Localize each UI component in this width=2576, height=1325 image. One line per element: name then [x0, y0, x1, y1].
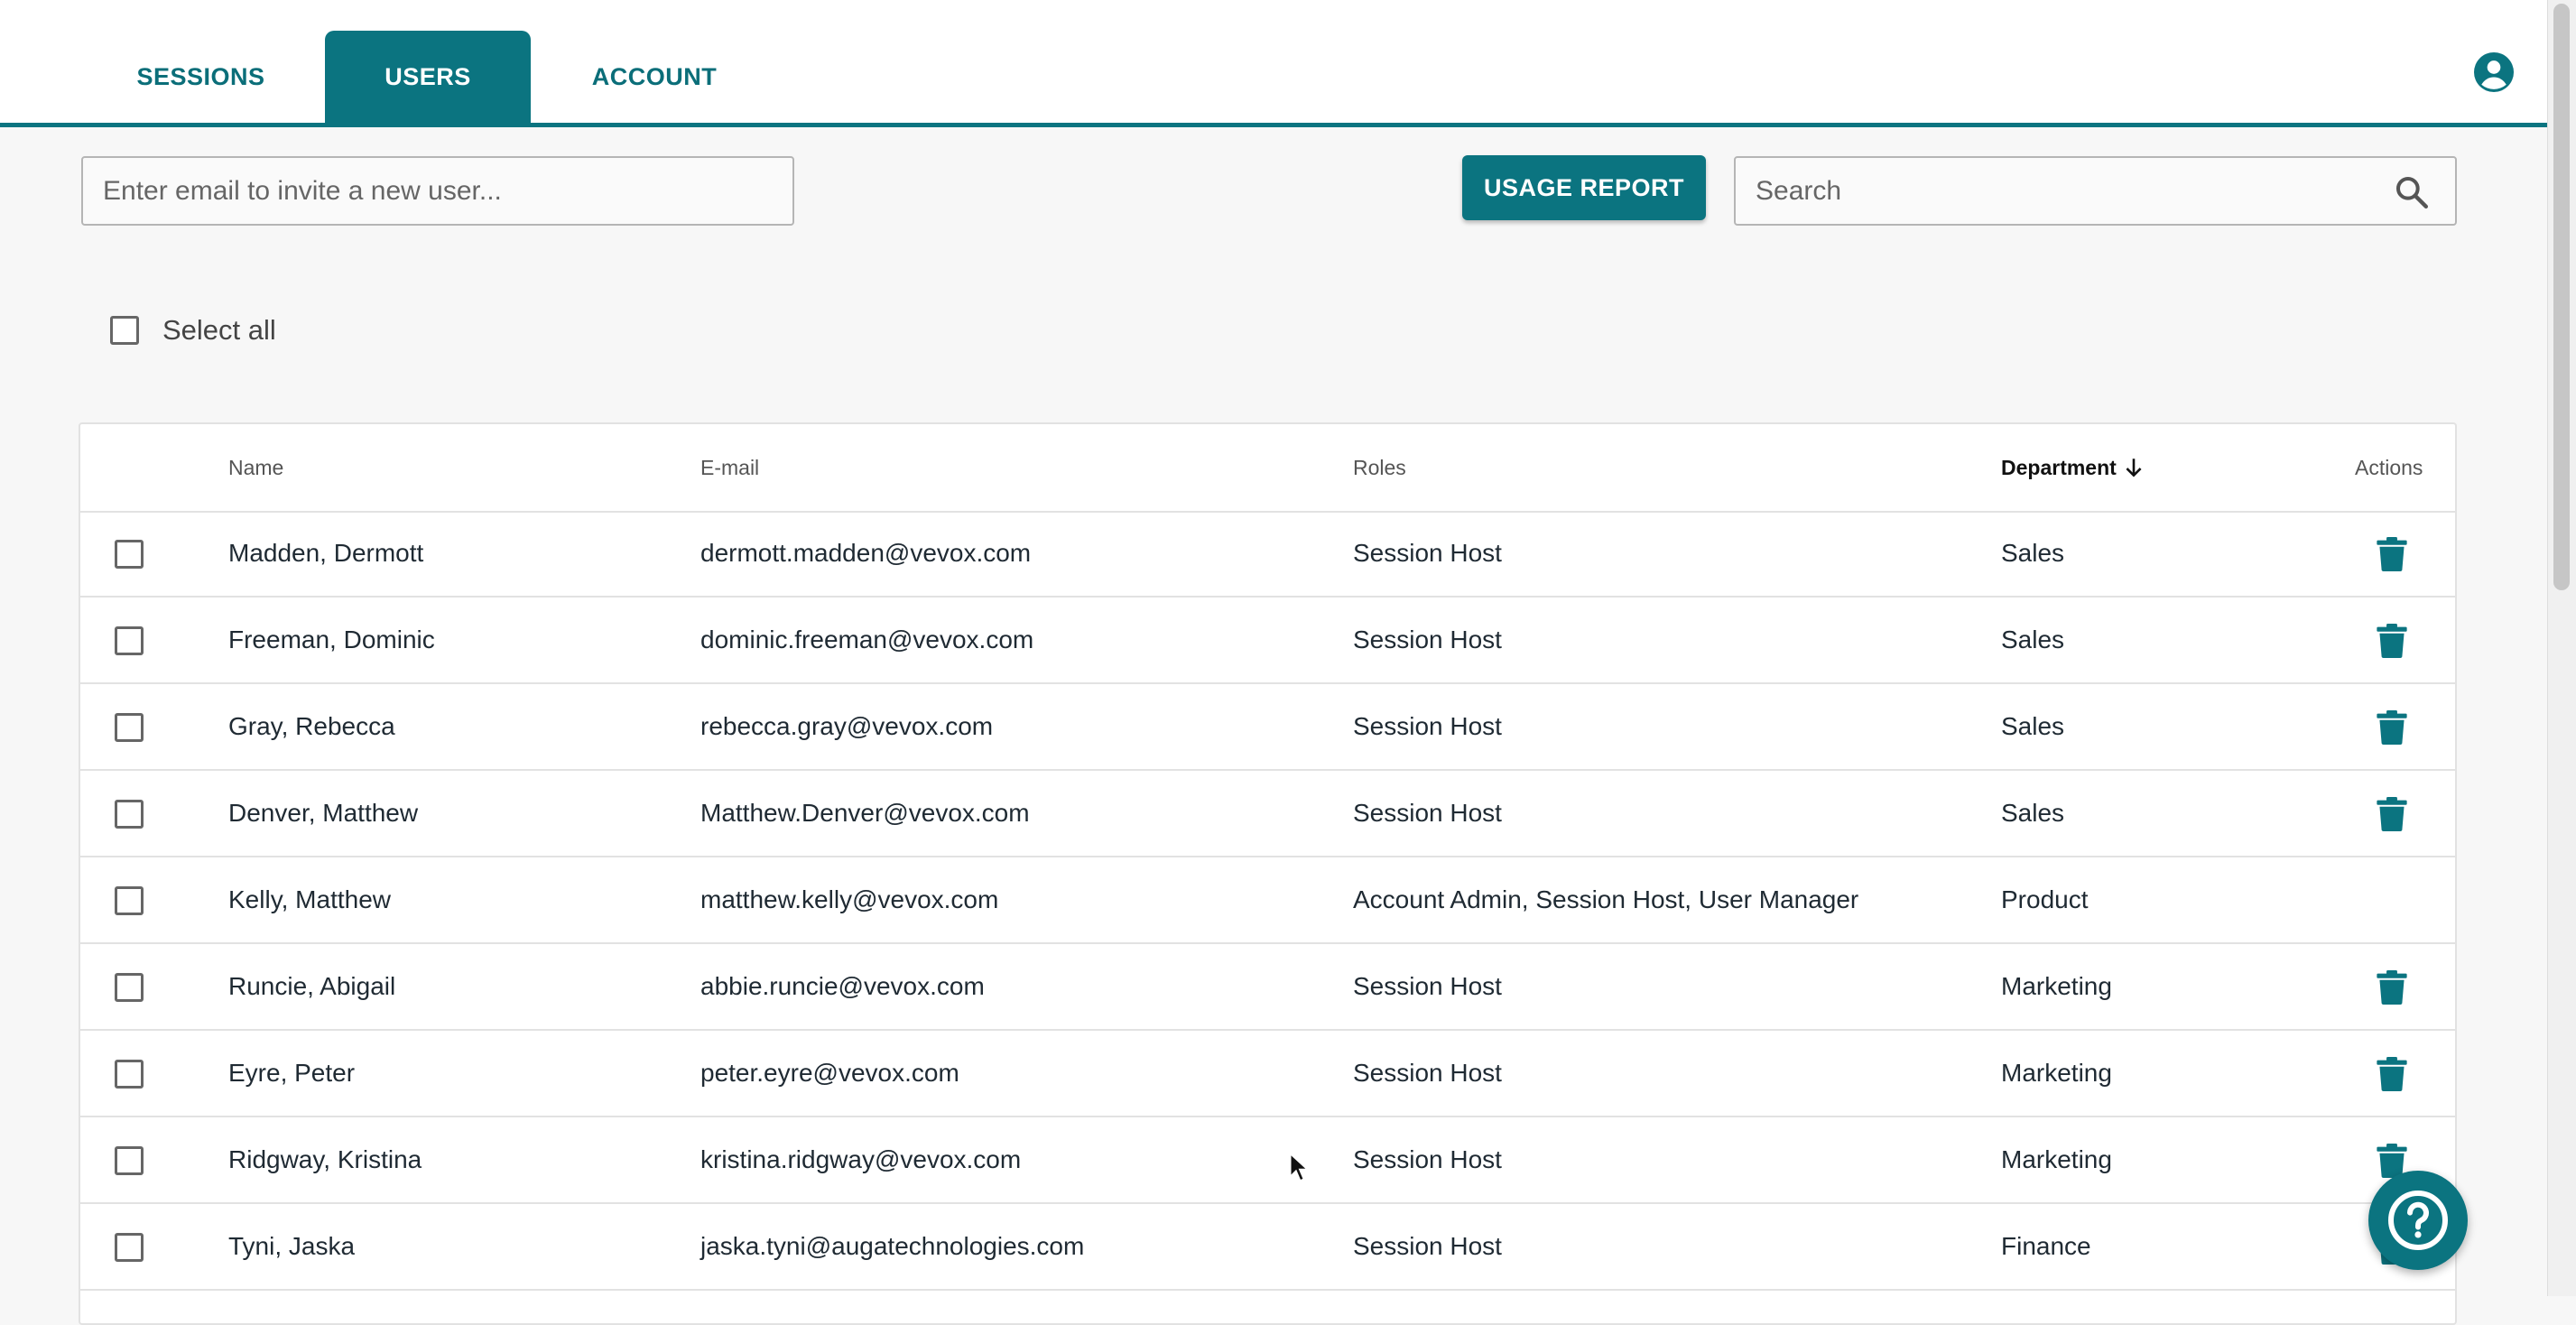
- help-circle-icon: [2388, 1191, 2448, 1250]
- row-checkbox[interactable]: [115, 800, 144, 829]
- arrow-down-icon: [2126, 459, 2142, 477]
- vertical-scrollbar[interactable]: [2547, 0, 2576, 1296]
- tab-users[interactable]: USERS: [325, 31, 531, 123]
- table-row: Tyni, Jaska jaska.tyni@augatechnologies.c…: [80, 1204, 2455, 1291]
- table-body: Madden, Dermott dermott.madden@vevox.com S…: [80, 511, 2455, 1291]
- column-header-name[interactable]: Name: [228, 424, 283, 511]
- row-checkbox[interactable]: [115, 973, 144, 1002]
- column-header-email[interactable]: E-mail: [700, 424, 759, 511]
- cell-department: Sales: [2001, 799, 2065, 827]
- select-all-label: Select all: [162, 314, 276, 346]
- mouse-pointer-icon: [1289, 1153, 1309, 1181]
- table-header: Name E-mail Roles Department Actions: [80, 424, 2455, 513]
- help-button[interactable]: [2368, 1171, 2468, 1270]
- cell-roles: Session Host: [1353, 712, 1502, 740]
- cell-email: jaska.tyni@augatechnologies.com: [700, 1232, 1085, 1260]
- cell-roles: Session Host: [1353, 1059, 1502, 1087]
- search-icon[interactable]: [2394, 174, 2430, 210]
- cell-department: Sales: [2001, 712, 2065, 740]
- cell-email: rebecca.gray@vevox.com: [700, 712, 994, 740]
- cell-department: Finance: [2001, 1232, 2091, 1260]
- select-all-control[interactable]: Select all: [110, 314, 276, 347]
- cell-department: Product: [2001, 885, 2089, 913]
- column-header-department[interactable]: Department: [2001, 424, 2145, 511]
- users-table: Name E-mail Roles Department Actions Mad…: [79, 422, 2457, 1325]
- cell-name: Runcie, Abigail: [228, 972, 396, 1000]
- column-header-department-label: Department: [2001, 455, 2117, 479]
- cell-email: dominic.freeman@vevox.com: [700, 625, 1034, 653]
- top-navigation: SESSIONS USERS ACCOUNT: [0, 0, 2547, 127]
- table-row: Madden, Dermott dermott.madden@vevox.com S…: [80, 511, 2455, 598]
- row-checkbox[interactable]: [115, 1146, 144, 1175]
- cell-name: Denver, Matthew: [228, 799, 419, 827]
- column-header-actions: Actions: [2355, 455, 2423, 479]
- table-row: Gray, Rebecca rebecca.gray@vevox.com Sessi…: [80, 684, 2455, 771]
- row-checkbox[interactable]: [115, 540, 144, 569]
- column-header-roles[interactable]: Roles: [1353, 424, 1406, 511]
- row-checkbox[interactable]: [115, 886, 144, 915]
- cell-email: abbie.runcie@vevox.com: [700, 972, 985, 1000]
- table-row: Runcie, Abigail abbie.runcie@vevox.com Ses…: [80, 944, 2455, 1031]
- cell-roles: Session Host: [1353, 1145, 1502, 1173]
- tab-account[interactable]: ACCOUNT: [560, 31, 749, 123]
- cell-email: peter.eyre@vevox.com: [700, 1059, 959, 1087]
- trash-icon[interactable]: [2376, 624, 2408, 658]
- cell-name: Kelly, Matthew: [228, 885, 391, 913]
- cell-name: Eyre, Peter: [228, 1059, 356, 1087]
- table-row: Ridgway, Kristina kristina.ridgway@vevox.…: [80, 1117, 2455, 1204]
- cell-department: Marketing: [2001, 1145, 2112, 1173]
- search-box[interactable]: [1734, 156, 2457, 226]
- cell-department: Marketing: [2001, 1059, 2112, 1087]
- table-row: Denver, Matthew Matthew.Denver@vevox.com S…: [80, 771, 2455, 857]
- row-checkbox[interactable]: [115, 1060, 144, 1089]
- trash-icon[interactable]: [2376, 970, 2408, 1005]
- row-checkbox[interactable]: [115, 1233, 144, 1262]
- cell-department: Marketing: [2001, 972, 2112, 1000]
- usage-report-button[interactable]: USAGE REPORT: [1462, 155, 1706, 220]
- select-all-checkbox[interactable]: [110, 316, 139, 345]
- table-row: Eyre, Peter peter.eyre@vevox.com Session H…: [80, 1031, 2455, 1117]
- cell-email: Matthew.Denver@vevox.com: [700, 799, 1030, 827]
- table-row: Kelly, Matthew matthew.kelly@vevox.com Acc…: [80, 857, 2455, 944]
- cell-email: dermott.madden@vevox.com: [700, 539, 1032, 567]
- trash-icon[interactable]: [2376, 537, 2408, 571]
- cell-roles: Session Host: [1353, 625, 1502, 653]
- cell-roles: Session Host: [1353, 539, 1502, 567]
- cell-roles: Session Host: [1353, 799, 1502, 827]
- cell-roles: Session Host: [1353, 972, 1502, 1000]
- cell-name: Madden, Dermott: [228, 539, 424, 567]
- trash-icon[interactable]: [2376, 710, 2408, 745]
- account-circle-icon[interactable]: [2474, 52, 2514, 92]
- tab-sessions[interactable]: SESSIONS: [108, 31, 293, 123]
- row-checkbox[interactable]: [115, 626, 144, 655]
- cell-roles: Account Admin, Session Host, User Manage…: [1353, 885, 1859, 913]
- trash-icon[interactable]: [2376, 797, 2408, 831]
- table-row: Freeman, Dominic dominic.freeman@vevox.co…: [80, 598, 2455, 684]
- cell-department: Sales: [2001, 539, 2065, 567]
- cell-name: Tyni, Jaska: [228, 1232, 356, 1260]
- cell-name: Gray, Rebecca: [228, 712, 395, 740]
- cell-email: matthew.kelly@vevox.com: [700, 885, 999, 913]
- row-checkbox[interactable]: [115, 713, 144, 742]
- search-input[interactable]: [1736, 158, 2407, 224]
- invite-email-input[interactable]: [81, 156, 794, 226]
- scrollbar-thumb[interactable]: [2553, 4, 2570, 590]
- cell-department: Sales: [2001, 625, 2065, 653]
- cell-name: Ridgway, Kristina: [228, 1145, 422, 1173]
- cell-roles: Session Host: [1353, 1232, 1502, 1260]
- cell-email: kristina.ridgway@vevox.com: [700, 1145, 1022, 1173]
- cell-name: Freeman, Dominic: [228, 625, 435, 653]
- trash-icon[interactable]: [2376, 1057, 2408, 1091]
